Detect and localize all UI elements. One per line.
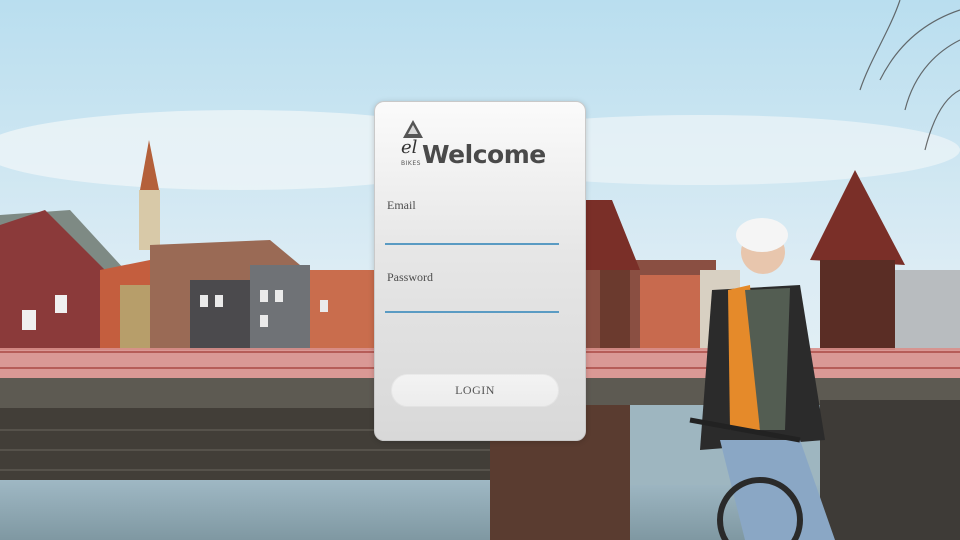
password-field[interactable] bbox=[385, 287, 559, 313]
logo-triangle-icon bbox=[403, 120, 423, 138]
logo-script-text: el bbox=[401, 137, 418, 158]
logo-tagline: BIKES bbox=[401, 160, 421, 167]
email-field[interactable] bbox=[385, 219, 559, 245]
login-card: el BIKES Welcome Email Password LOGIN bbox=[374, 101, 586, 441]
login-button[interactable]: LOGIN bbox=[391, 374, 559, 407]
welcome-title: Welcome bbox=[422, 140, 546, 169]
email-label: Email bbox=[387, 198, 416, 212]
password-label: Password bbox=[387, 270, 434, 284]
